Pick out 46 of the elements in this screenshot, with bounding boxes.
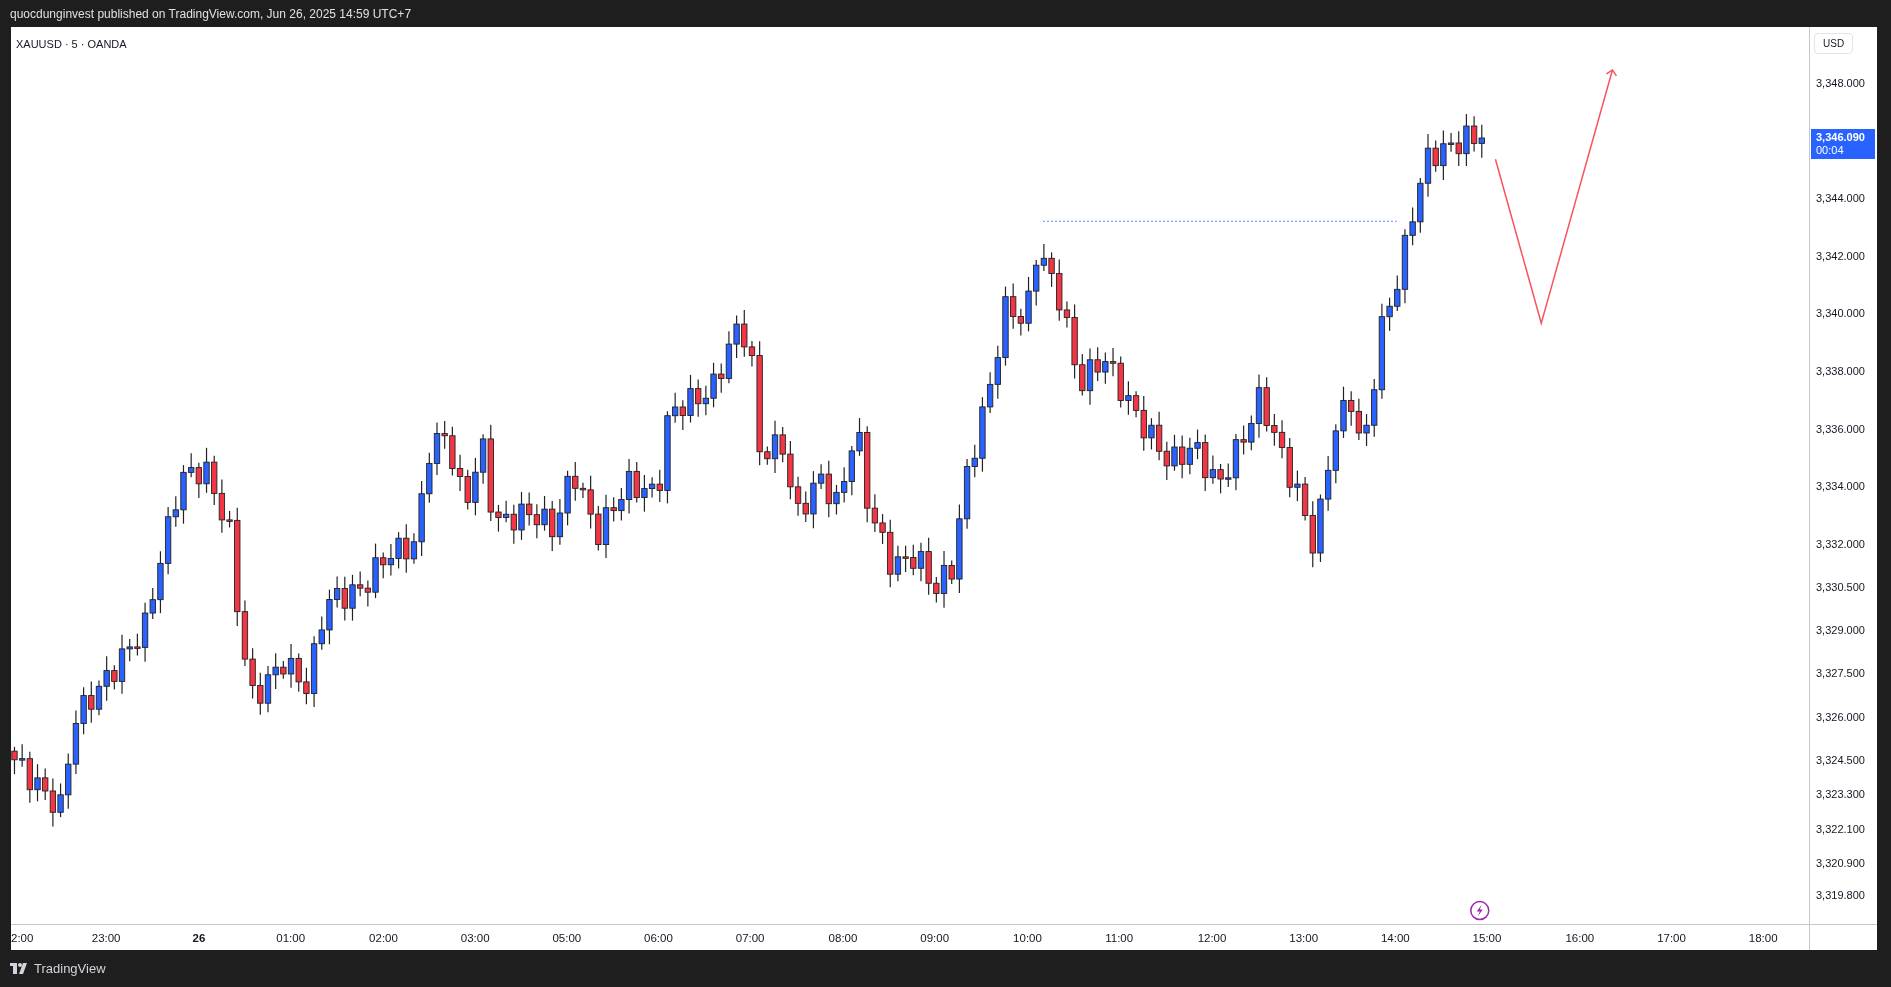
time-label: 08:00 [828,932,858,944]
time-label: 2:00 [11,932,34,944]
price-label: 3,329.000 [1816,624,1865,637]
price-label: 3,319.800 [1816,889,1865,902]
price-label: 3,323.300 [1816,788,1865,801]
time-label: 18:00 [1748,932,1778,944]
time-label: 07:00 [735,932,765,944]
time-label: 13:00 [1289,932,1319,944]
time-label: 14:00 [1380,932,1410,944]
price-label: 3,327.500 [1816,667,1865,680]
logo-icon [10,962,30,975]
time-label: 06:00 [644,932,673,944]
price-label: 3,336.000 [1816,422,1865,435]
brand-name: TradingView [34,959,106,978]
price-tag [1811,129,1875,159]
price-label: 3,340.000 [1816,307,1865,320]
time-label: 05:00 [552,932,582,944]
publish-info: quocdunginvest published on TradingView.com, Jun 26, 2025 14:59 UTC+7 [10,5,412,23]
time-label: 02:00 [369,932,398,944]
price-label: 3,342.000 [1816,249,1865,262]
time-label: 23:00 [91,932,121,944]
lightning-icon[interactable] [1470,900,1490,921]
time-label: 01:00 [276,932,306,944]
last-price: 3,346.090 [1816,131,1865,143]
time-label: 03:00 [460,932,490,944]
price-label: 3,326.000 [1816,710,1865,723]
price-label: 3,334.000 [1816,480,1865,493]
countdown: 00:04 [1816,144,1844,156]
time-label: 15:00 [1472,932,1502,944]
time-label: 11:00 [1105,932,1134,944]
time-label: 16:00 [1565,932,1595,944]
time-label: 12:00 [1197,932,1227,944]
time-label: 17:00 [1657,932,1686,944]
price-label: 3,322.100 [1816,822,1865,835]
price-label: 3,330.500 [1816,581,1865,593]
time-label: 09:00 [920,932,950,944]
time-label: 26 [192,932,206,944]
symbol-legend: XAUUSD · 5 · OANDA [16,36,127,53]
price-label: 3,332.000 [1816,537,1865,550]
price-label: 3,344.000 [1816,192,1865,205]
price-label: 3,338.000 [1816,365,1865,377]
price-label: 3,348.000 [1816,77,1865,89]
price-label: 3,324.500 [1816,753,1865,766]
price-label: 3,320.900 [1816,857,1865,870]
currency-button[interactable]: USD [1814,33,1854,54]
time-label: 10:00 [1013,932,1042,944]
